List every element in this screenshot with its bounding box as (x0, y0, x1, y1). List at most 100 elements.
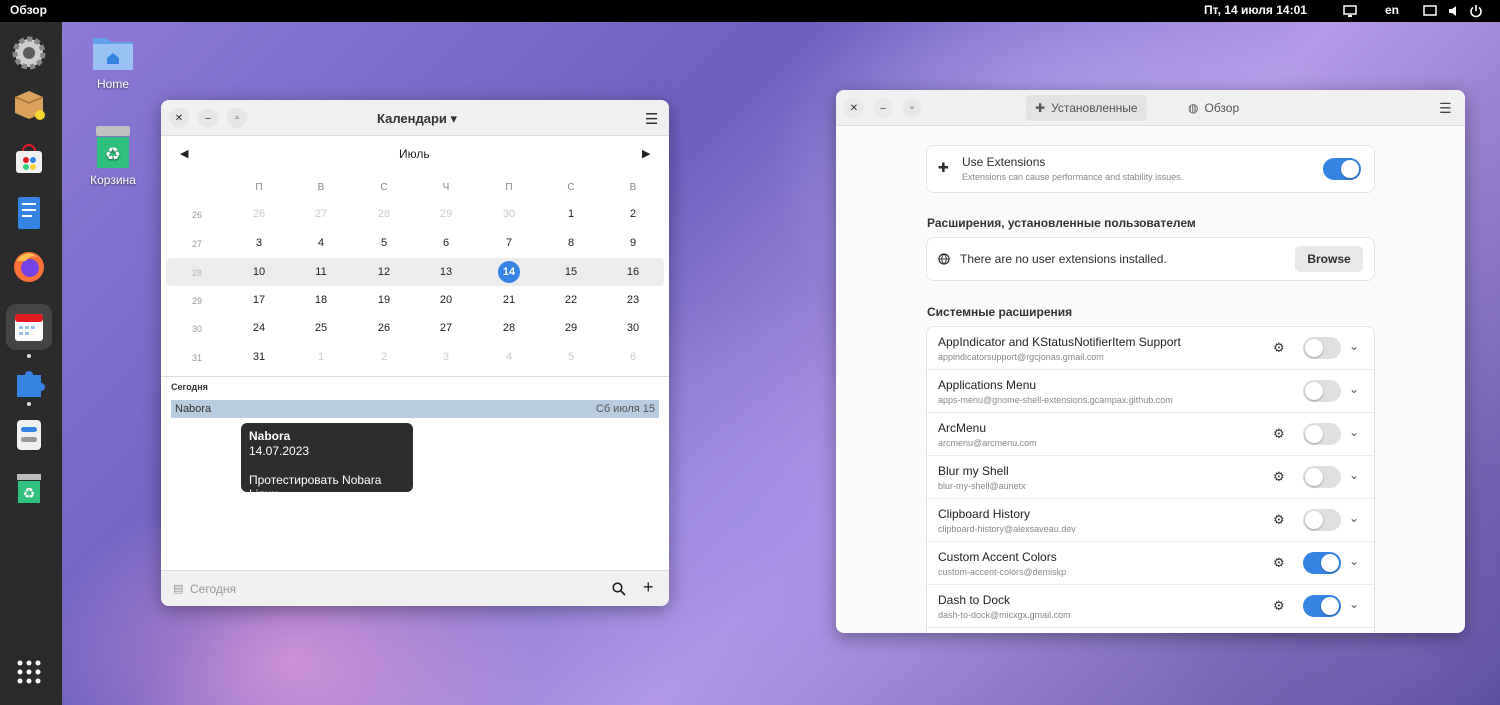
calendar-day[interactable]: 28 (369, 208, 399, 220)
desktop-trash[interactable]: ♻ Корзина (73, 124, 153, 187)
extension-toggle[interactable] (1303, 423, 1341, 445)
maximize-button[interactable]: ▫ (902, 98, 922, 118)
hamburger-menu-icon[interactable]: ☰ (645, 110, 658, 128)
calendar-day[interactable]: 11 (306, 266, 336, 278)
calendar-day[interactable]: 4 (306, 237, 336, 249)
gear-icon[interactable]: ⚙ (1273, 469, 1285, 485)
calendar-day[interactable]: 7 (494, 237, 524, 249)
calendar-day[interactable]: 8 (556, 237, 586, 249)
browse-button[interactable]: Browse (1295, 246, 1363, 272)
calendar-app-icon[interactable] (6, 304, 52, 350)
close-button[interactable]: ✕ (844, 98, 864, 118)
desktop-home[interactable]: Home (73, 30, 153, 91)
today-marker[interactable]: 14 (498, 261, 520, 283)
calendar-day[interactable]: 18 (306, 294, 336, 306)
calendar-day[interactable]: 1 (556, 208, 586, 220)
calendar-day[interactable]: 22 (556, 294, 586, 306)
extensions-app-icon[interactable] (6, 358, 52, 404)
calendar-day[interactable]: 23 (618, 294, 648, 306)
volume-icon[interactable] (1447, 4, 1461, 18)
prev-month-button[interactable]: ◀ (180, 147, 188, 160)
chevron-down-icon[interactable]: ⌄ (1349, 511, 1359, 525)
extension-toggle[interactable] (1303, 337, 1341, 359)
clock[interactable]: Пт, 14 июля 14:01 (1204, 3, 1307, 17)
software-store-icon[interactable] (6, 136, 52, 182)
tweaks-app-icon[interactable] (6, 412, 52, 458)
extension-toggle[interactable] (1303, 466, 1341, 488)
calendar-day[interactable]: 5 (556, 351, 586, 363)
calendar-day[interactable]: 10 (244, 266, 274, 278)
screen-share-icon[interactable] (1343, 4, 1357, 18)
calendar-day[interactable]: 16 (618, 266, 648, 278)
extension-toggle[interactable] (1303, 595, 1341, 617)
calendar-day[interactable]: 6 (431, 237, 461, 249)
calendar-day[interactable]: 28 (494, 322, 524, 334)
calendar-day[interactable]: 3 (431, 351, 461, 363)
app-grid-icon[interactable] (6, 649, 52, 695)
close-button[interactable]: ✕ (169, 108, 189, 128)
next-month-button[interactable]: ▶ (642, 147, 650, 160)
chevron-down-icon[interactable]: ⌄ (1349, 339, 1359, 353)
calendar-day[interactable]: 2 (618, 208, 648, 220)
calendar-day[interactable]: 6 (618, 351, 648, 363)
settings-app-icon[interactable] (6, 30, 52, 76)
extension-toggle[interactable] (1303, 380, 1341, 402)
display-icon[interactable] (1423, 4, 1437, 18)
today-button[interactable]: Сегодня (190, 582, 236, 596)
extension-toggle[interactable] (1303, 552, 1341, 574)
calendar-day[interactable]: 9 (618, 237, 648, 249)
gear-icon[interactable]: ⚙ (1273, 555, 1285, 571)
calendar-day[interactable]: 5 (369, 237, 399, 249)
tab-browse[interactable]: ◍ Обзор (1179, 95, 1248, 121)
calendar-day[interactable]: 21 (494, 294, 524, 306)
calendar-day[interactable]: 29 (431, 208, 461, 220)
calendar-day[interactable]: 30 (618, 322, 648, 334)
calendar-day[interactable]: 12 (369, 266, 399, 278)
calendar-day[interactable]: 13 (431, 266, 461, 278)
calendar-day[interactable]: 3 (244, 237, 274, 249)
calendar-day[interactable]: 17 (244, 294, 274, 306)
gear-icon[interactable]: ⚙ (1273, 426, 1285, 442)
minimize-button[interactable]: – (873, 98, 893, 118)
calendar-day[interactable]: 2 (369, 351, 399, 363)
firefox-icon[interactable] (6, 244, 52, 290)
chevron-down-icon[interactable]: ⌄ (1349, 597, 1359, 611)
chevron-down-icon[interactable]: ⌄ (1349, 468, 1359, 482)
chevron-down-icon[interactable]: ⌄ (1349, 554, 1359, 568)
calendar-day[interactable]: 1 (306, 351, 336, 363)
calendar-day[interactable]: 30 (494, 208, 524, 220)
activities-button[interactable]: Обзор (10, 3, 47, 17)
calendar-day[interactable]: 20 (431, 294, 461, 306)
calendar-day[interactable]: 25 (306, 322, 336, 334)
calendars-menu-button[interactable]: Календари ▾ (377, 111, 457, 127)
calendar-day[interactable]: 29 (556, 322, 586, 334)
maximize-button[interactable]: ▫ (227, 108, 247, 128)
input-language[interactable]: en (1385, 3, 1399, 17)
calendar-day[interactable]: 26 (369, 322, 399, 334)
hamburger-menu-icon[interactable]: ☰ (1439, 100, 1452, 117)
minimize-button[interactable]: – (198, 108, 218, 128)
gear-icon[interactable]: ⚙ (1273, 512, 1285, 528)
tab-installed[interactable]: ✚ Установленные (1026, 95, 1147, 121)
calendar-day[interactable]: 26 (244, 208, 274, 220)
event-row[interactable]: Nabora Сб июля 15 (171, 400, 659, 418)
power-icon[interactable] (1469, 4, 1483, 18)
gear-icon[interactable]: ⚙ (1273, 598, 1285, 614)
add-event-button[interactable]: + (643, 577, 654, 598)
trash-dock-icon[interactable]: ♻ (6, 465, 52, 511)
calendar-day[interactable]: 27 (306, 208, 336, 220)
text-editor-icon[interactable] (6, 190, 52, 236)
calendar-day[interactable]: 31 (244, 351, 274, 363)
chevron-down-icon[interactable]: ⌄ (1349, 425, 1359, 439)
calendar-day[interactable]: 4 (494, 351, 524, 363)
extension-toggle[interactable] (1303, 509, 1341, 531)
calendar-day[interactable]: 24 (244, 322, 274, 334)
calendar-day[interactable]: 27 (431, 322, 461, 334)
gear-icon[interactable]: ⚙ (1273, 340, 1285, 356)
chevron-down-icon[interactable]: ⌄ (1349, 382, 1359, 396)
use-extensions-toggle[interactable] (1323, 158, 1361, 180)
search-icon[interactable] (612, 582, 626, 596)
package-app-icon[interactable] (6, 82, 52, 128)
calendar-day[interactable]: 15 (556, 266, 586, 278)
calendar-day[interactable]: 19 (369, 294, 399, 306)
